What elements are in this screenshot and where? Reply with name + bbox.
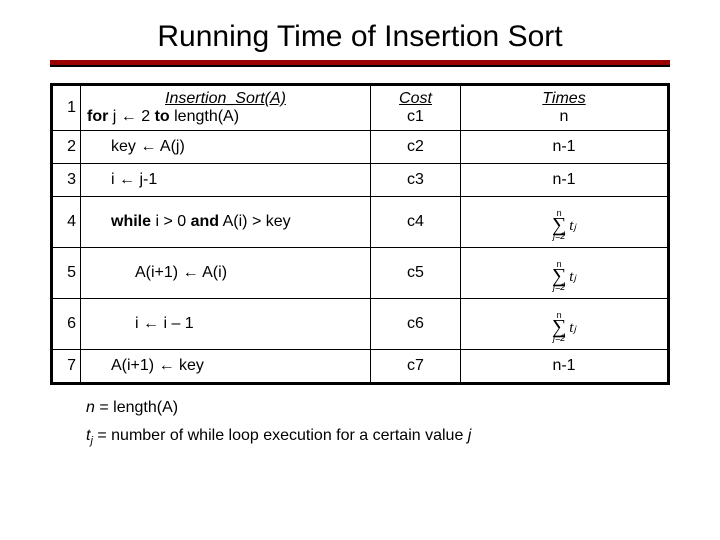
line-number: 4 [53, 197, 81, 248]
cost-cell: c3 [371, 164, 461, 197]
code-cell: Insertion_Sort(A) for j ← 2 to length(A) [81, 86, 371, 131]
times-cell: n-1 [461, 350, 668, 383]
cost-cell: c7 [371, 350, 461, 383]
algorithm-table: 1 Insertion_Sort(A) for j ← 2 to length(… [52, 85, 668, 383]
footnote-1-text: = length(A) [95, 399, 178, 416]
line-number: 3 [53, 164, 81, 197]
times-cell: n-1 [461, 164, 668, 197]
code-cell: i ← i – 1 [81, 299, 371, 350]
code-cell: key ← A(j) [81, 131, 371, 164]
cost-cell: c4 [371, 197, 461, 248]
cost-cell: Costc1 [371, 86, 461, 131]
code-cell: while i > 0 and A(i) > key [81, 197, 371, 248]
line-number: 1 [53, 86, 81, 131]
algorithm-table-box: 1 Insertion_Sort(A) for j ← 2 to length(… [50, 83, 670, 385]
footnote-2-text: = number of while loop execution for a c… [93, 427, 468, 444]
table-row: 5 A(i+1) ← A(i) c5 n ∑ j=2 tⱼ [53, 248, 668, 299]
table-row: 6 i ← i – 1 c6 n ∑ j=2 tⱼ [53, 299, 668, 350]
slide: Running Time of Insertion Sort 1 Inserti… [0, 0, 720, 447]
table-row: 7 A(i+1) ← key c7 n-1 [53, 350, 668, 383]
table-row: 3 i ← j-1 c3 n-1 [53, 164, 668, 197]
code-cell: A(i+1) ← A(i) [81, 248, 371, 299]
summation: n ∑ j=2 tⱼ [552, 207, 576, 243]
times-cell: Timesn [461, 86, 668, 131]
title-underline [50, 60, 670, 67]
line-number: 6 [53, 299, 81, 350]
code-cell: A(i+1) ← key [81, 350, 371, 383]
times-cell: n-1 [461, 131, 668, 164]
times-cell: n ∑ j=2 tⱼ [461, 197, 668, 248]
table-row: 2 key ← A(j) c2 n-1 [53, 131, 668, 164]
footnote-1: n = length(A) [86, 399, 670, 417]
summation: n ∑ j=2 tⱼ [552, 309, 576, 345]
times-cell: n ∑ j=2 tⱼ [461, 299, 668, 350]
footnote-2: tj = number of while loop execution for … [86, 427, 670, 447]
cost-cell: c6 [371, 299, 461, 350]
code-cell: i ← j-1 [81, 164, 371, 197]
cost-cell: c2 [371, 131, 461, 164]
footnote-1-var: n [86, 399, 95, 416]
footnote-2-tail: j [468, 427, 472, 444]
table-row: 1 Insertion_Sort(A) for j ← 2 to length(… [53, 86, 668, 131]
times-cell: n ∑ j=2 tⱼ [461, 248, 668, 299]
slide-title: Running Time of Insertion Sort [50, 20, 670, 54]
line-number: 5 [53, 248, 81, 299]
table-row: 4 while i > 0 and A(i) > key c4 n ∑ j=2 … [53, 197, 668, 248]
cost-cell: c5 [371, 248, 461, 299]
footnotes: n = length(A) tj = number of while loop … [50, 399, 670, 447]
summation: n ∑ j=2 tⱼ [552, 258, 576, 294]
line-number: 2 [53, 131, 81, 164]
line-number: 7 [53, 350, 81, 383]
